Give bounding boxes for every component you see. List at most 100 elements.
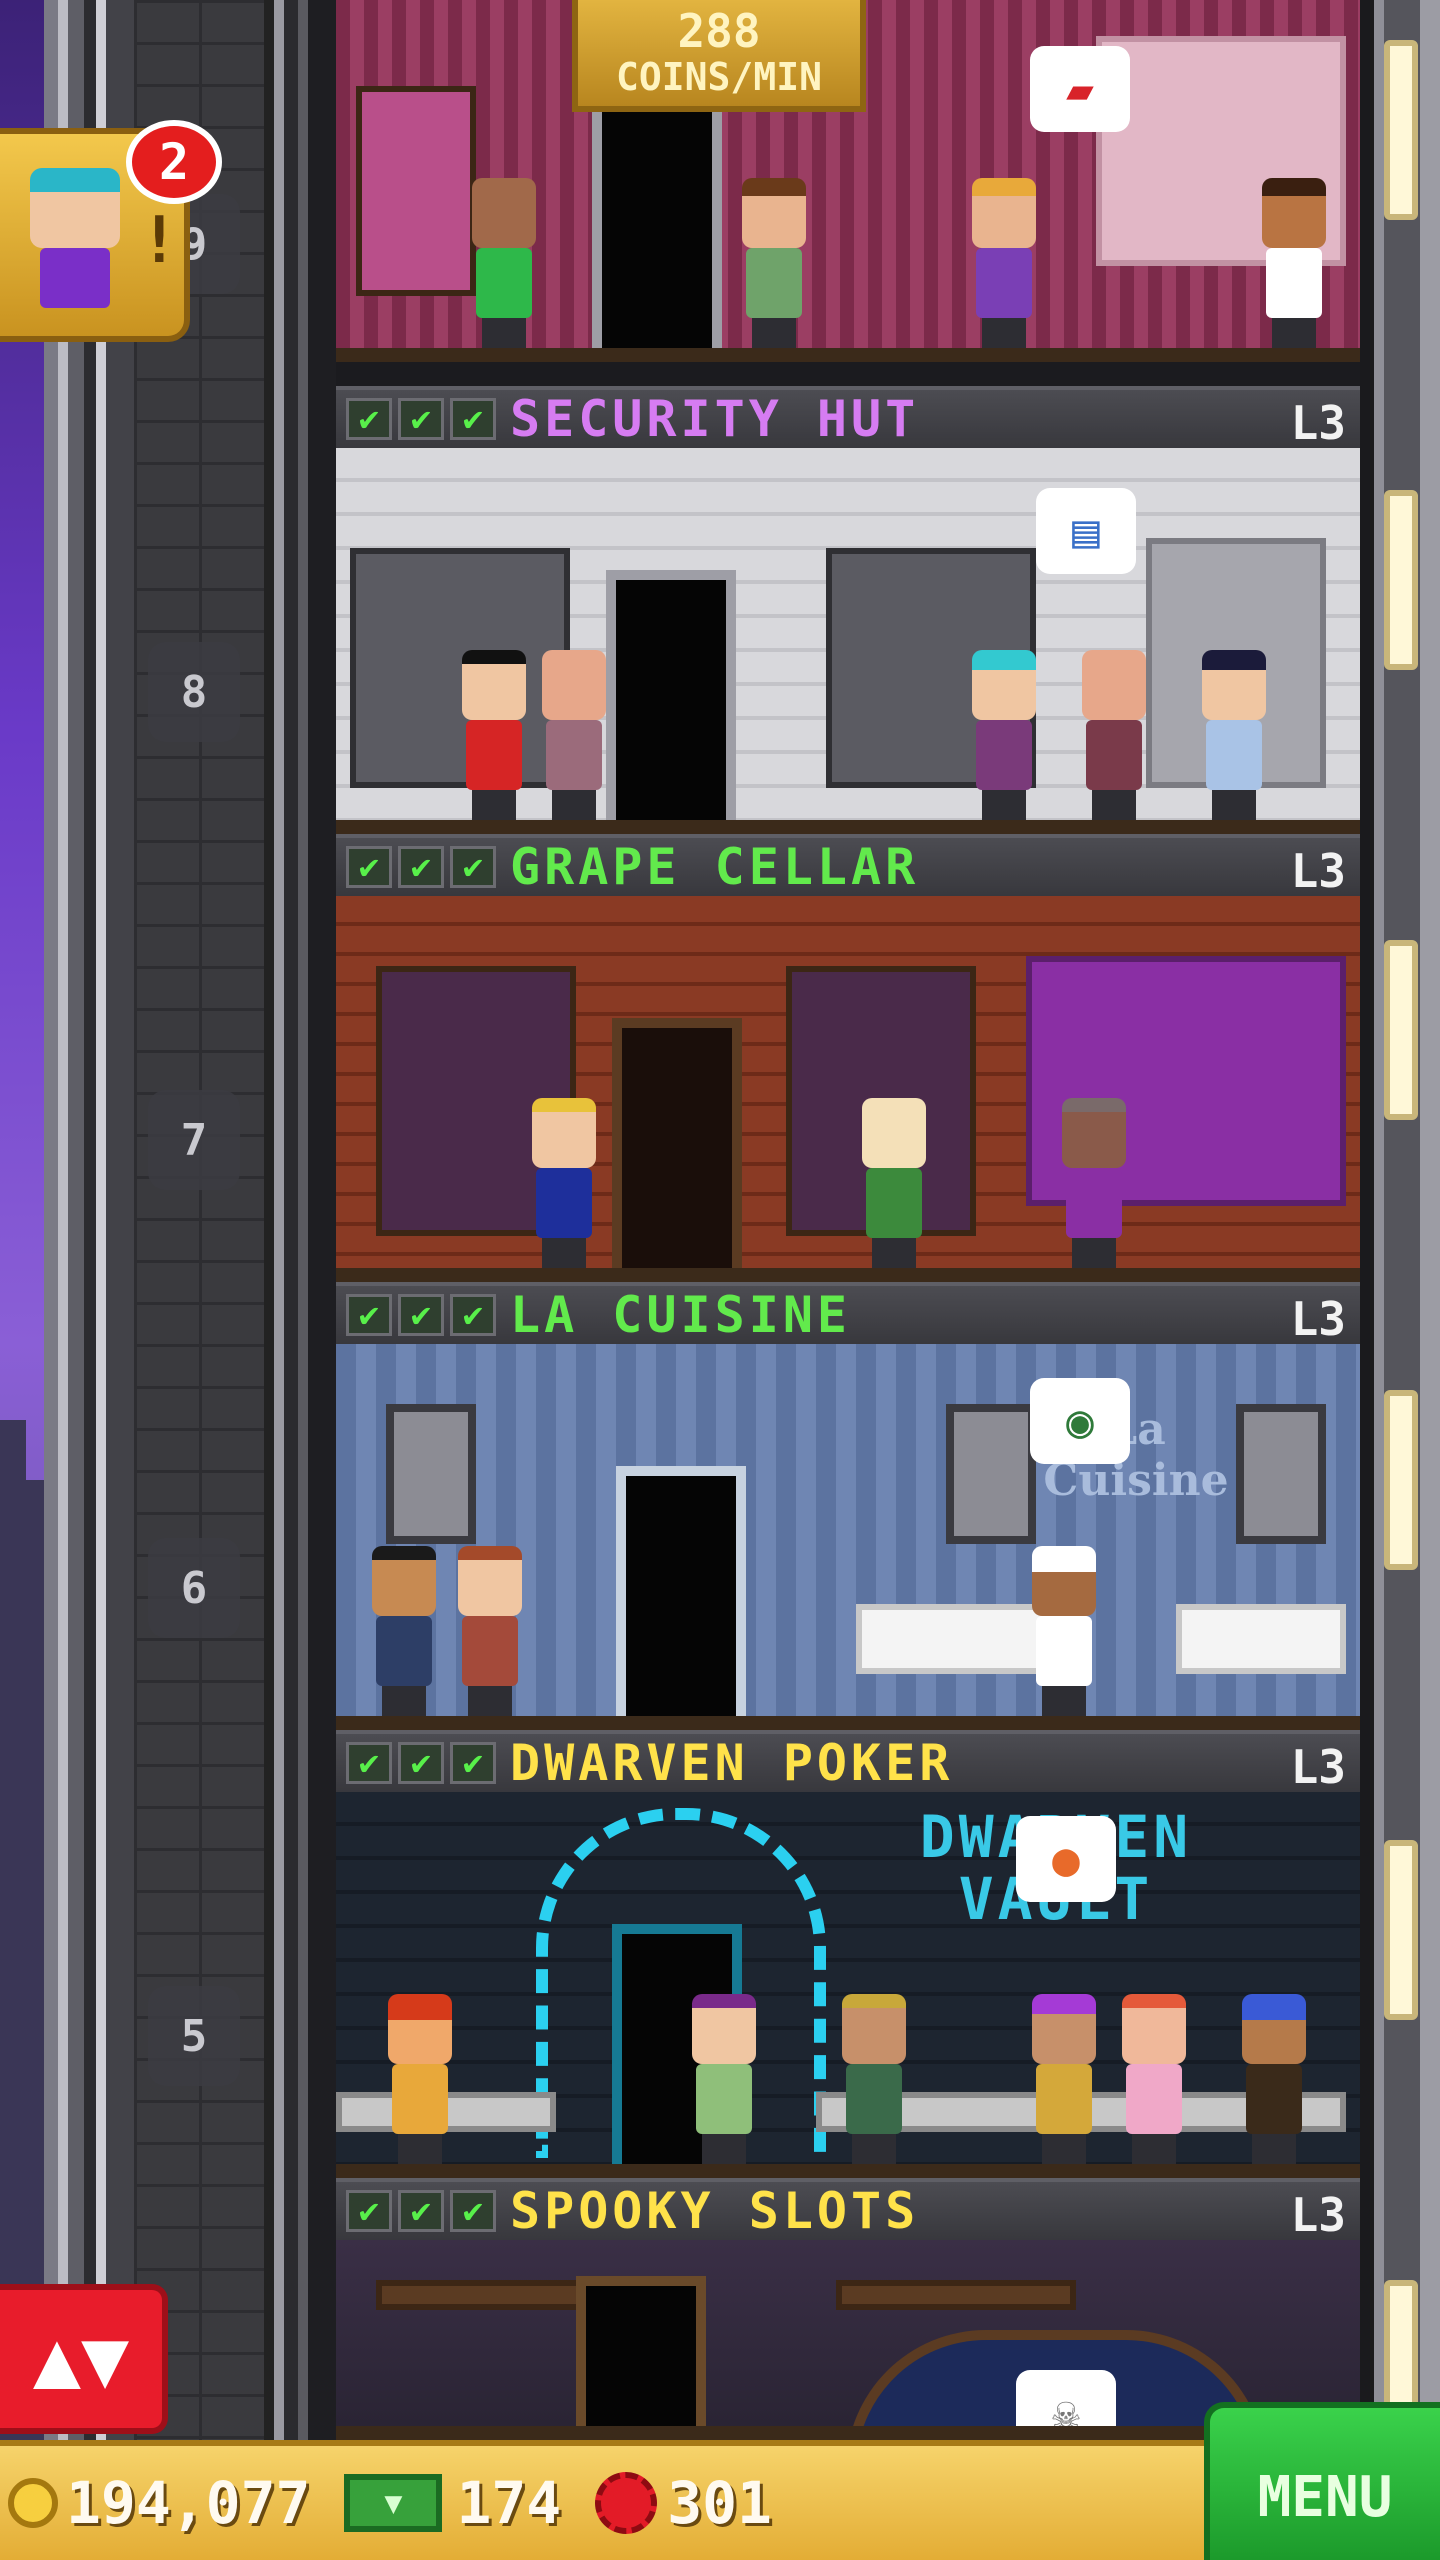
- floor-banner[interactable]: ✔ ✔ ✔ DWARVEN POKER L3: [336, 1730, 1360, 1794]
- chicken-icon: ●: [1052, 1832, 1080, 1886]
- id-card-request-bubble[interactable]: ▤: [1036, 488, 1136, 574]
- elevator-rail: [264, 0, 336, 2440]
- bitizen[interactable]: [452, 1546, 528, 1716]
- dish-request-bubble[interactable]: ◉: [1030, 1378, 1130, 1464]
- check-icon: ✔: [398, 1294, 444, 1336]
- wall-lamp: [1384, 1840, 1418, 2020]
- alert-icon: !: [140, 204, 179, 278]
- bitizen[interactable]: [1056, 1098, 1132, 1268]
- floor-banner[interactable]: ✔ ✔ ✔ GRAPE CELLAR L3: [336, 834, 1360, 898]
- dwarf[interactable]: [382, 1994, 458, 2164]
- menu-button[interactable]: MENU: [1204, 2402, 1440, 2560]
- id-card-icon: ▤: [1072, 504, 1100, 558]
- floor-level: L3: [1290, 1292, 1346, 1346]
- wall-lamp: [1384, 940, 1418, 1120]
- elevator-door: [612, 1018, 742, 1268]
- stock-checks: ✔ ✔ ✔: [346, 846, 496, 888]
- coins-per-min-label: COINS/MIN: [616, 55, 822, 99]
- tickets-counter: 301: [595, 2469, 772, 2537]
- check-icon: ✔: [346, 1294, 392, 1336]
- cash-icon: ▼: [344, 2474, 443, 2532]
- tower-bux-icon: [595, 2472, 658, 2534]
- skull-request-bubble[interactable]: ☠: [1016, 2370, 1116, 2440]
- security-guard[interactable]: [1196, 650, 1272, 820]
- coins-counter: 194,077: [8, 2469, 310, 2537]
- stock-checks: ✔ ✔ ✔: [346, 2190, 496, 2232]
- bitizen[interactable]: [366, 1546, 442, 1716]
- shoe-request-bubble[interactable]: ▰: [1030, 46, 1130, 132]
- bitizen[interactable]: [456, 650, 532, 820]
- bitizen[interactable]: [1256, 178, 1332, 348]
- vip-visitor-button[interactable]: 2 !: [0, 120, 222, 342]
- wall-lamp: [1384, 490, 1418, 670]
- bitizen[interactable]: [736, 178, 812, 348]
- tower-right-wall: [1360, 0, 1440, 2440]
- notification-count-badge: 2: [126, 120, 222, 204]
- la-cuisine-room[interactable]: La Cuisine ◉: [336, 1344, 1360, 1730]
- stock-checks: ✔ ✔ ✔: [346, 398, 496, 440]
- bitizen[interactable]: [1116, 1994, 1192, 2164]
- food-request-bubble[interactable]: ●: [1016, 1816, 1116, 1902]
- floor-level: L3: [1290, 844, 1346, 898]
- check-icon: ✔: [398, 2190, 444, 2232]
- floor-dwarven-poker[interactable]: ✔ ✔ ✔ DWARVEN POKER L3 DWARVEN VAULT ●: [336, 1730, 1360, 2178]
- floor-banner[interactable]: ✔ ✔ ✔ SPOOKY SLOTS L3: [336, 2178, 1360, 2242]
- tower-outer-wall: [44, 0, 134, 2440]
- check-icon: ✔: [450, 1294, 496, 1336]
- coins-per-min-value: 288: [677, 4, 761, 58]
- floor-name: SECURITY HUT: [510, 390, 920, 448]
- tickets-value: 301: [667, 2469, 772, 2537]
- elevator-door: [576, 2276, 706, 2426]
- plate-icon: ◉: [1066, 1394, 1094, 1448]
- bitizen[interactable]: [466, 178, 542, 348]
- floor-banner[interactable]: ✔ ✔ ✔ LA CUISINE L3: [336, 1282, 1360, 1346]
- bitizen[interactable]: [686, 1994, 762, 2164]
- security-hut-room[interactable]: ▤: [336, 448, 1360, 834]
- floor-la-cuisine[interactable]: ✔ ✔ ✔ LA CUISINE L3 La Cuisine ◉: [336, 1282, 1360, 1730]
- bitizen[interactable]: [966, 178, 1042, 348]
- dining-table: [1176, 1604, 1346, 1674]
- bux-counter[interactable]: ▼ 174: [344, 2469, 561, 2537]
- floor-banner[interactable]: ✔ ✔ ✔ SECURITY HUT L3: [336, 386, 1360, 450]
- floor-name: LA CUISINE: [510, 1286, 852, 1344]
- bitizen[interactable]: [836, 1994, 912, 2164]
- bitizen[interactable]: [536, 650, 612, 820]
- check-icon: ✔: [398, 846, 444, 888]
- elevator-arrows-icon[interactable]: ▲▼: [0, 2284, 168, 2434]
- bitizen[interactable]: [1026, 1994, 1102, 2164]
- elevator-door: [616, 1466, 746, 1716]
- chandelier: [836, 2280, 1076, 2310]
- floor-security-hut[interactable]: ✔ ✔ ✔ SECURITY HUT L3 ▤: [336, 386, 1360, 834]
- bitizen[interactable]: [966, 650, 1042, 820]
- coins-per-minute-sign: 288 COINS/MIN: [572, 0, 866, 112]
- floor-number: 5: [148, 1986, 240, 2086]
- grape-cellar-room[interactable]: [336, 896, 1360, 1282]
- check-icon: ✔: [398, 1742, 444, 1784]
- floor-name: SPOOKY SLOTS: [510, 2182, 920, 2240]
- floor-level: L3: [1290, 396, 1346, 450]
- floor-number: 7: [148, 1090, 240, 1190]
- bitizen[interactable]: [526, 1098, 602, 1268]
- wall-lamp: [1384, 40, 1418, 220]
- check-icon: ✔: [450, 846, 496, 888]
- chef[interactable]: [1026, 1546, 1102, 1716]
- bitizen[interactable]: [856, 1098, 932, 1268]
- bitizen[interactable]: [1076, 650, 1152, 820]
- check-icon: ✔: [346, 1742, 392, 1784]
- coins-value: 194,077: [66, 2469, 311, 2537]
- wizard-dwarf[interactable]: [1236, 1994, 1312, 2164]
- elevator-door: [606, 570, 736, 820]
- skull-icon: ☠: [1052, 2386, 1080, 2440]
- floor-grape-cellar[interactable]: ✔ ✔ ✔ GRAPE CELLAR L3: [336, 834, 1360, 1282]
- painting: [1236, 1404, 1326, 1544]
- stock-checks: ✔ ✔ ✔: [346, 1294, 496, 1336]
- painting: [946, 1404, 1036, 1544]
- check-icon: ✔: [346, 846, 392, 888]
- floor-name: DWARVEN POKER: [510, 1734, 954, 1792]
- floor-number: 6: [148, 1538, 240, 1638]
- wall-lamp: [1384, 1390, 1418, 1570]
- check-icon: ✔: [450, 2190, 496, 2232]
- check-icon: ✔: [346, 398, 392, 440]
- dwarven-poker-room[interactable]: DWARVEN VAULT ●: [336, 1792, 1360, 2178]
- floor-level: L3: [1290, 2188, 1346, 2242]
